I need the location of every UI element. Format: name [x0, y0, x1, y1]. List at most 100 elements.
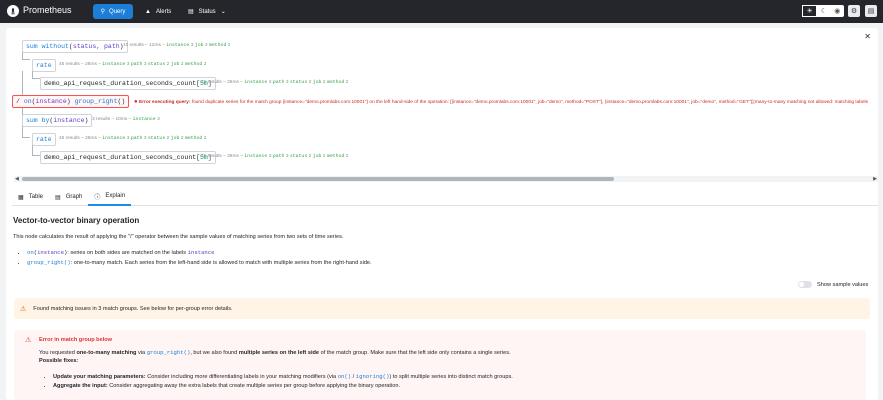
sun-icon[interactable]: ☀: [802, 5, 818, 17]
show-sample-values-toggle[interactable]: Show sample values: [798, 281, 868, 288]
label-count: 3: [268, 80, 272, 85]
query-tree-view: sum without(status, path) 10 results – 1…: [6, 28, 878, 178]
explain-title: Vector-to-vector binary operation: [13, 216, 140, 225]
label-name: job: [312, 80, 322, 85]
info-icon: ⓘ: [94, 194, 101, 201]
app-title[interactable]: Prometheus: [23, 5, 72, 15]
node-fn: rate: [36, 62, 52, 69]
error-circle-icon: ●: [134, 99, 138, 105]
label-count: 2: [308, 80, 312, 85]
node-meta-1: 10 results – 12ms – instance 3 job 2 met…: [123, 43, 231, 48]
label-count: 3: [285, 80, 289, 85]
error-title: Error in match group below: [39, 337, 113, 343]
exec-time: 10ms: [115, 117, 128, 122]
scroll-right-arrow-icon[interactable]: ▶: [873, 176, 877, 182]
label-name: method: [327, 80, 345, 85]
metric-name: demo_api_request_duration_seconds_count: [44, 154, 197, 161]
warning-triangle-icon: ⚠: [20, 305, 27, 313]
result-count: 45 results: [59, 136, 80, 141]
label-name: method: [185, 136, 203, 141]
help-book-icon[interactable]: ▤: [865, 5, 877, 17]
label-count: 2: [322, 154, 326, 159]
toggle-switch[interactable]: [798, 281, 812, 288]
tab-explain[interactable]: ⓘ Explain: [88, 188, 132, 206]
nav-alerts-label: Alerts: [155, 8, 172, 15]
matching-modifier: on: [23, 98, 32, 105]
tree-node-selector[interactable]: demo_api_request_duration_seconds_count[…: [40, 77, 216, 90]
node-labels: instance: [53, 117, 85, 124]
node-meta-2: 45 results – 28ms – instance 3 path 3 st…: [59, 62, 207, 67]
label-name: instance: [132, 117, 156, 122]
tab-graph[interactable]: ▤ Graph: [49, 188, 88, 206]
tree-node-selector[interactable]: demo_api_request_duration_seconds_count[…: [40, 151, 216, 164]
label-count: 2: [227, 43, 231, 48]
warning-text: Found matching issues in 3 match groups.…: [33, 305, 233, 312]
exec-time: 28ms: [85, 62, 97, 67]
list-item: on(instance): series on both sides are m…: [27, 248, 372, 258]
list-item: group_right(): one-to-many match. Each s…: [27, 258, 372, 268]
tree-node-rate[interactable]: rate: [32, 133, 56, 146]
label-count: 3: [190, 43, 194, 48]
label-name: instance: [166, 43, 190, 48]
top-navbar: Prometheus ⚲ Query ▲ Alerts ▤ Status ⌄ ☀…: [0, 0, 883, 23]
label-count: 3: [143, 62, 147, 67]
tree-node-rate[interactable]: rate: [32, 59, 56, 72]
label-count: 2: [345, 154, 349, 159]
possible-fixes-heading: Possible fixes:: [39, 358, 79, 364]
chevron-down-icon: ⌄: [220, 9, 226, 15]
nav-query-button[interactable]: ⚲ Query: [93, 4, 133, 19]
result-count: 45 results: [201, 80, 222, 85]
scroll-left-arrow-icon[interactable]: ◀: [15, 176, 19, 182]
nav-alerts-button[interactable]: ▲ Alerts: [145, 4, 171, 19]
label-name: status: [147, 136, 166, 141]
prometheus-logo-icon[interactable]: [7, 5, 19, 17]
node-fn: sum: [26, 43, 38, 50]
query-panel: ✕ sum without(status, path) 10 results –…: [6, 28, 878, 400]
scrollbar-thumb[interactable]: [22, 177, 614, 181]
search-icon: ⚲: [100, 9, 106, 15]
operator: /: [16, 98, 20, 105]
tree-node-binary-op[interactable]: / on(instance) group_right(): [12, 95, 130, 108]
label-count: 2: [180, 62, 184, 67]
bell-icon: ▲: [145, 8, 151, 15]
label-count: 2: [308, 154, 312, 159]
nav-status-menu[interactable]: ▤ Status ⌄: [188, 4, 226, 19]
moon-icon[interactable]: ☾: [817, 5, 830, 17]
tree-node-sum-by[interactable]: sum by(instance): [22, 114, 93, 127]
error-prefix: Error executing query:: [138, 100, 191, 105]
horizontal-scrollbar[interactable]: ◀ ▶: [14, 176, 878, 182]
label-name: status: [147, 62, 166, 67]
nav-status-label: Status: [198, 8, 216, 15]
label-name: status: [289, 154, 308, 159]
server-icon: ▤: [188, 9, 194, 15]
matching-labels: instance: [35, 98, 67, 105]
match-group-error-alert: ⚠ Error in match group below You request…: [14, 330, 866, 400]
exec-time: 12ms: [149, 43, 161, 48]
settings-gear-icon[interactable]: ⚙: [848, 5, 860, 17]
tab-table[interactable]: ▦ Table: [12, 188, 49, 206]
matching-warning-alert: ⚠ Found matching issues in 3 match group…: [14, 298, 870, 319]
tree-node-sum-without[interactable]: sum without(status, path): [22, 40, 128, 53]
node-meta-7: 45 results – 36ms – instance 3 path 3 st…: [201, 154, 349, 159]
label-name: method: [185, 62, 203, 67]
theme-toggle[interactable]: ☀ ☾ ◉: [802, 5, 844, 17]
result-count: 3 results: [92, 117, 111, 122]
error-body: You requested one-to-many matching via g…: [39, 349, 511, 364]
tab-label: Table: [28, 194, 44, 200]
list-item: Aggregate the input: Consider aggregatin…: [53, 382, 513, 391]
node-labels: status, path: [72, 43, 120, 50]
exec-time: 36ms: [227, 80, 239, 85]
label-name: instance: [102, 62, 126, 67]
label-count: 2: [180, 136, 184, 141]
auto-theme-icon[interactable]: ◉: [831, 5, 844, 17]
query-error-message: ● Error executing query: found duplicate…: [134, 98, 868, 107]
label-name: path: [272, 154, 285, 159]
label-count: 3: [156, 117, 160, 122]
label-name: job: [312, 154, 322, 159]
label-count: 2: [203, 136, 207, 141]
label-count: 2: [204, 43, 208, 48]
tree-connector: [22, 71, 23, 95]
label-name: job: [194, 43, 204, 48]
label-count: 3: [285, 154, 289, 159]
result-count: 10 results: [123, 43, 144, 48]
